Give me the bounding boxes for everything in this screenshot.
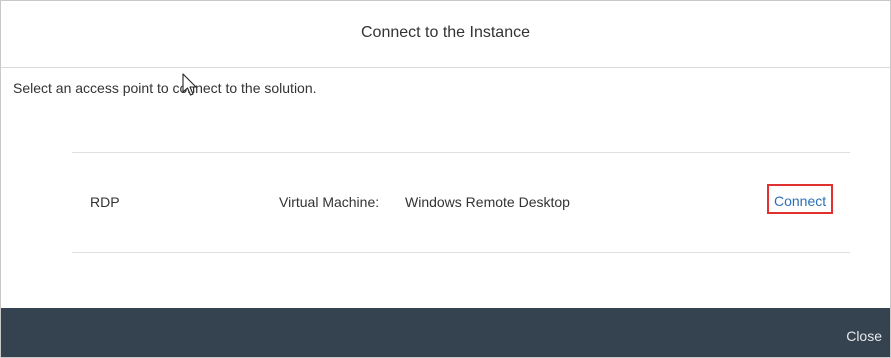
dialog-header: Connect to the Instance [1,1,890,68]
access-point-kind: Virtual Machine: [279,194,380,210]
access-point-description: Windows Remote Desktop [405,194,570,210]
dialog-title: Connect to the Instance [361,24,530,41]
connect-dialog: Connect to the Instance Select an access… [0,0,891,358]
mouse-pointer-icon [182,73,197,96]
access-point-list: RDP Virtual Machine: Windows Remote Desk… [72,152,850,253]
access-point-row: RDP Virtual Machine: Windows Remote Desk… [72,153,850,252]
connect-button[interactable]: Connect [767,184,834,214]
access-point-type: RDP [90,194,120,210]
close-button[interactable]: Close [846,308,882,357]
dialog-footer: Close [1,308,890,357]
instruction-text: Select an access point to connect to the… [13,80,317,96]
